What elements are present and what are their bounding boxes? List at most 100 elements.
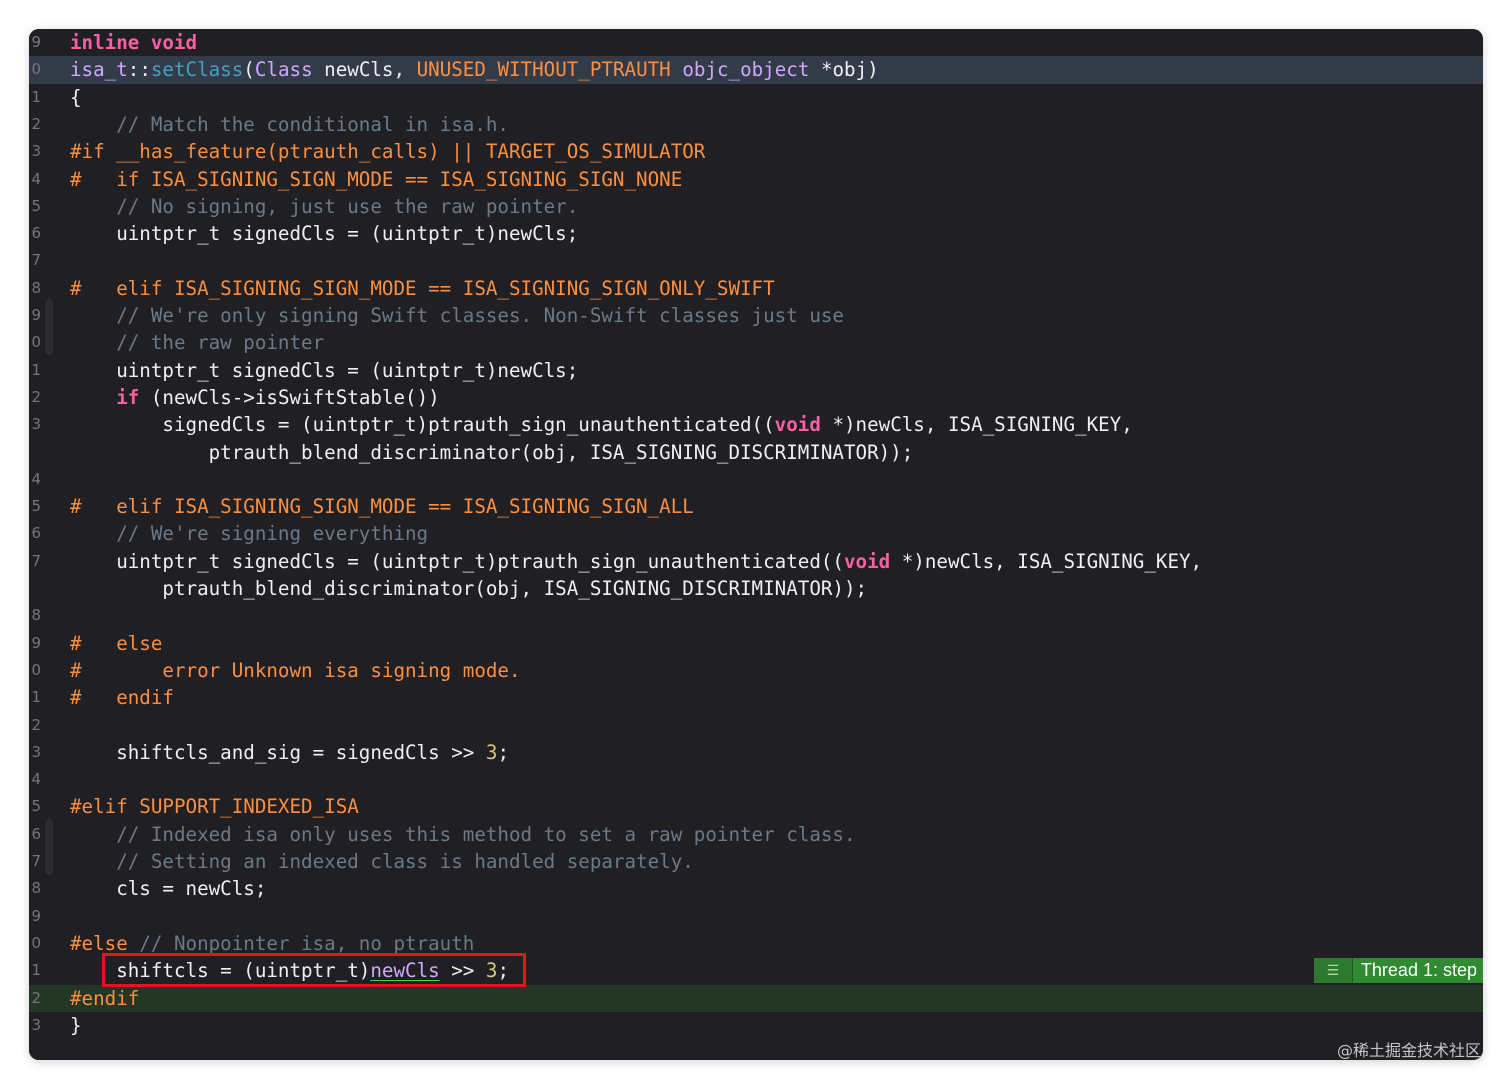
code-token: ptrauth_blend_discriminator(obj, ISA_SIG… — [70, 577, 868, 600]
code-line[interactable]: ptrauth_blend_discriminator(obj, ISA_SIG… — [29, 575, 1483, 602]
code-line[interactable]: 9 inline void — [29, 29, 1483, 56]
line-number[interactable]: 6 — [29, 220, 41, 247]
code-text: # if ISA_SIGNING_SIGN_MODE == ISA_SIGNIN… — [70, 166, 682, 193]
code-token: void — [843, 549, 891, 573]
code-line[interactable]: 7 // Setting an indexed class is handled… — [29, 848, 1483, 875]
code-line[interactable]: 7 — [29, 247, 1483, 274]
code-token: *obj) — [809, 58, 879, 82]
code-line[interactable]: 6 // We're signing everything — [29, 520, 1483, 547]
line-number[interactable]: 1 — [29, 957, 41, 984]
code-line[interactable]: 5 #elif SUPPORT_INDEXED_ISA — [29, 793, 1483, 820]
line-number[interactable]: 7 — [29, 247, 41, 274]
line-number[interactable]: 2 — [29, 712, 41, 739]
line-number[interactable]: 1 — [29, 357, 41, 384]
line-number[interactable]: 9 — [29, 903, 41, 930]
code-line[interactable]: 3 signedCls = (uintptr_t)ptrauth_sign_un… — [29, 411, 1483, 438]
code-line[interactable]: 0 isa_t::setClass(Class newCls, UNUSED_WI… — [29, 56, 1483, 84]
code-text: if (newCls->isSwiftStable()) — [70, 384, 439, 411]
code-line[interactable]: 2 — [29, 712, 1483, 739]
code-token: uintptr_t signedCls = (uintptr_t)newCls; — [70, 358, 579, 382]
code-line[interactable]: 5 # elif ISA_SIGNING_SIGN_MODE == ISA_SIG… — [29, 493, 1483, 520]
line-number[interactable]: 6 — [29, 821, 41, 848]
line-number[interactable]: 9 — [29, 630, 41, 657]
line-number[interactable]: 0 — [29, 657, 41, 684]
code-text: signedCls = (uintptr_t)ptrauth_sign_unau… — [70, 411, 1133, 438]
code-line[interactable]: 3} — [29, 1012, 1483, 1039]
code-token: isa_t — [70, 58, 128, 82]
code-line[interactable]: 5 // No signing, just use the raw pointe… — [29, 193, 1483, 220]
line-number[interactable]: 2 — [29, 111, 41, 138]
line-number[interactable]: 6 — [29, 520, 41, 547]
code-token: *)newCls, ISA_SIGNING_KEY, — [820, 413, 1133, 437]
code-token: // the raw pointer — [70, 331, 325, 355]
line-number[interactable]: 5 — [29, 793, 41, 820]
line-number[interactable]: 8 — [29, 875, 41, 902]
code-line[interactable]: 2 #endif — [29, 984, 1483, 1012]
code-line[interactable]: 8 # elif ISA_SIGNING_SIGN_MODE == ISA_SIG… — [29, 275, 1483, 302]
code-token: *)newCls, ISA_SIGNING_KEY, — [890, 549, 1203, 573]
line-number[interactable]: 8 — [29, 602, 41, 629]
code-token: # if ISA_SIGNING_SIGN_MODE == ISA_SIGNIN… — [70, 167, 683, 191]
line-number[interactable]: 5 — [29, 493, 41, 520]
code-line[interactable]: 1{ — [29, 84, 1483, 111]
line-number[interactable]: 3 — [29, 138, 41, 165]
line-number[interactable]: 9 — [29, 29, 41, 56]
watermark: @稀土掘金技术社区 — [1336, 1041, 1481, 1060]
line-number[interactable]: 4 — [29, 766, 41, 793]
code-line[interactable]: 1 shiftcls = (uintptr_t)newCls >> 3; — [29, 957, 1483, 984]
code-line[interactable]: 7 uintptr_t signedCls = (uintptr_t)ptrau… — [29, 548, 1483, 575]
line-number[interactable]: 7 — [29, 848, 41, 875]
line-number[interactable]: 3 — [29, 411, 41, 438]
line-number[interactable]: 7 — [29, 548, 41, 575]
code-line[interactable]: 8 — [29, 602, 1483, 629]
line-number[interactable]: 3 — [29, 1012, 41, 1039]
code-token: // We're only signing Swift classes. Non… — [70, 304, 844, 327]
code-line[interactable]: 3 #if __has_feature(ptrauth_calls) || TAR… — [29, 138, 1483, 165]
line-number[interactable]: 9 — [29, 302, 41, 329]
code-line[interactable]: 9 — [29, 903, 1483, 930]
lines-icon: ☰ — [1313, 958, 1353, 983]
code-line[interactable]: 9 // We're only signing Swift classes. N… — [29, 302, 1483, 329]
code-line[interactable]: 2 if (newCls->isSwiftStable()) — [29, 384, 1483, 411]
line-number[interactable]: 0 — [29, 930, 41, 957]
code-token: void — [150, 31, 198, 54]
code-line[interactable]: 8 cls = newCls; — [29, 875, 1483, 902]
code-text: #elif SUPPORT_INDEXED_ISA — [70, 793, 359, 820]
thread-status-badge[interactable]: ☰ Thread 1: step — [1313, 958, 1483, 983]
code-line[interactable]: 2 // Match the conditional in isa.h. — [29, 111, 1483, 138]
code-token: ; — [497, 959, 510, 983]
code-token: #elif SUPPORT_INDEXED_ISA — [70, 795, 359, 819]
line-number[interactable]: 1 — [29, 84, 41, 111]
code-line[interactable]: 0 # error Unknown isa signing mode. — [29, 657, 1483, 684]
code-line[interactable]: 9 # else — [29, 630, 1483, 657]
code-token: objc_object — [682, 58, 810, 82]
code-line[interactable]: 0 // the raw pointer — [29, 329, 1483, 356]
code-token: 3 — [485, 740, 498, 764]
line-number[interactable]: 4 — [29, 166, 41, 193]
code-line[interactable]: 4 — [29, 466, 1483, 493]
code-line[interactable]: 1 # endif — [29, 684, 1483, 711]
code-line[interactable]: 4 # if ISA_SIGNING_SIGN_MODE == ISA_SIGNI… — [29, 166, 1483, 193]
line-number[interactable]: 2 — [29, 384, 41, 411]
line-number[interactable]: 8 — [29, 275, 41, 302]
code-text: inline void — [70, 29, 197, 56]
line-number[interactable]: 0 — [29, 56, 41, 83]
code-line[interactable]: 3 shiftcls_and_sig = signedCls >> 3; — [29, 739, 1483, 766]
line-number[interactable]: 1 — [29, 684, 41, 711]
code-token: ( — [243, 58, 255, 82]
code-text: } — [70, 1012, 82, 1039]
code-text: uintptr_t signedCls = (uintptr_t)newCls; — [70, 220, 578, 247]
line-number[interactable]: 4 — [29, 466, 41, 493]
code-line[interactable]: 0 #else // Nonpointer isa, no ptrauth — [29, 930, 1483, 957]
code-line[interactable]: 6 // Indexed isa only uses this method t… — [29, 821, 1483, 848]
line-number[interactable]: 0 — [29, 329, 41, 356]
code-line[interactable]: 6 uintptr_t signedCls = (uintptr_t)newCl… — [29, 220, 1483, 247]
line-number[interactable]: 3 — [29, 739, 41, 766]
code-line[interactable]: 4 — [29, 766, 1483, 793]
code-line[interactable]: 1 uintptr_t signedCls = (uintptr_t)newCl… — [29, 357, 1483, 384]
code-line[interactable]: ptrauth_blend_discriminator(obj, ISA_SIG… — [29, 439, 1483, 466]
line-number[interactable]: 5 — [29, 193, 41, 220]
line-number[interactable]: 2 — [29, 985, 41, 1012]
thread-status-label: Thread 1: step — [1352, 958, 1483, 983]
